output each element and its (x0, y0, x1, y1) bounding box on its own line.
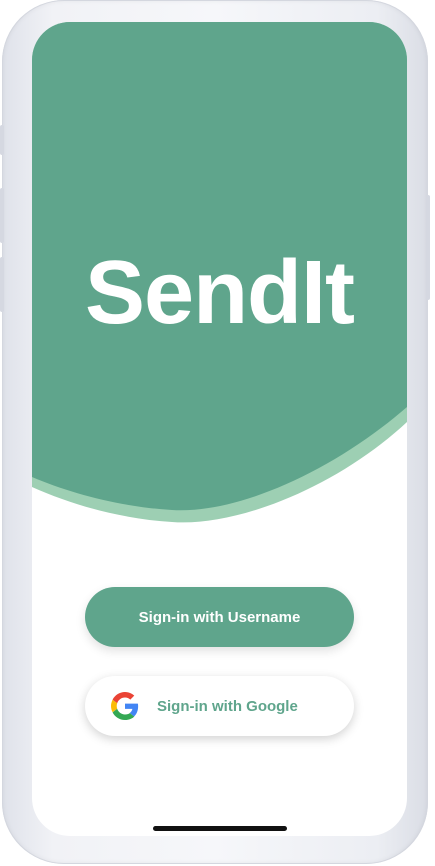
sign-in-google-label: Sign-in with Google (157, 697, 298, 715)
sign-in-username-label: Sign-in with Username (138, 608, 301, 626)
app-title: SendIt (84, 243, 355, 343)
sign-in-username-button[interactable]: Sign-in with Username (85, 587, 354, 647)
volume-up-button (0, 188, 4, 243)
phone-frame: SendIt Sign-in with Username Sign-in wit… (0, 0, 430, 864)
volume-down-button (0, 257, 4, 312)
power-button (426, 195, 430, 300)
google-g-icon (111, 692, 139, 720)
home-indicator[interactable] (153, 826, 287, 831)
hero-header: SendIt (32, 22, 407, 542)
sign-in-google-button[interactable]: Sign-in with Google (85, 676, 354, 736)
app-screen: SendIt Sign-in with Username Sign-in wit… (32, 22, 407, 836)
mute-switch (0, 125, 4, 155)
